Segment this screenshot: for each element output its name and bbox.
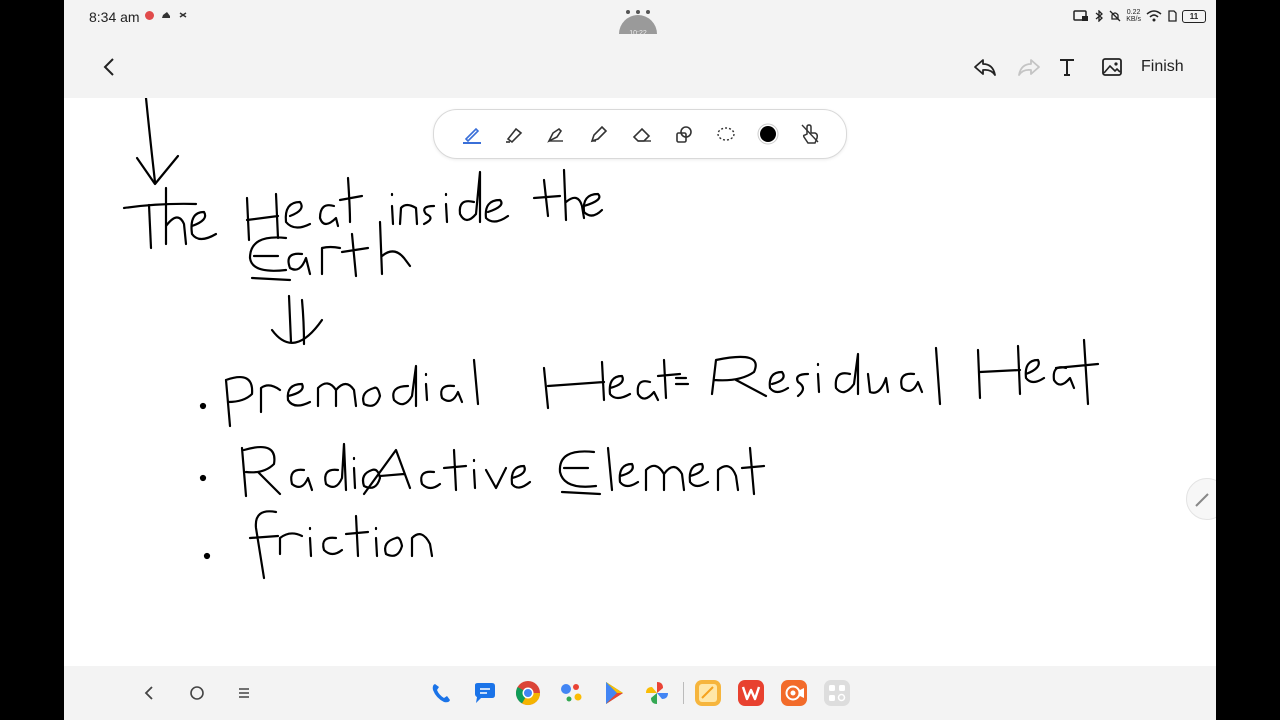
navigation-bar [64, 666, 1216, 720]
mute-bell-icon [1109, 10, 1121, 22]
cloud-icon [162, 12, 170, 18]
stroke-arrow-down [135, 98, 180, 186]
notification-icons [145, 10, 188, 20]
back-icon [144, 686, 153, 700]
cast-icon [1073, 10, 1089, 21]
notes-app-icon[interactable] [693, 678, 723, 708]
stroke-line-radioactive-element [199, 442, 766, 498]
nav-back-button[interactable] [140, 684, 158, 702]
stroke-line-the-heat-inside-the [122, 168, 604, 250]
redo-icon[interactable] [1016, 54, 1042, 80]
stroke-double-arrow [270, 294, 324, 346]
lasso-icon[interactable] [714, 122, 738, 146]
battery-indicator: 11 [1182, 9, 1206, 23]
status-time: 8:34 am [89, 9, 140, 25]
eraser-icon[interactable] [630, 122, 654, 146]
handwriting-canvas[interactable] [64, 98, 1216, 666]
status-right-icons: 0.22 KB/s 11 [1073, 9, 1206, 23]
undo-icon[interactable] [972, 54, 998, 80]
wps-office-app-icon[interactable] [736, 678, 766, 708]
insert-image-icon[interactable] [1099, 54, 1125, 80]
nav-recents-button[interactable] [235, 684, 253, 702]
multi-window-handle[interactable] [626, 10, 650, 14]
pen-toolbar [433, 109, 847, 159]
pen-quick-icon [1195, 493, 1209, 507]
highlighter-icon[interactable] [502, 122, 526, 146]
screen: 8:34 am 0.22 KB/s 11 10:22 Finish [64, 0, 1216, 720]
wifi-icon [1146, 10, 1162, 22]
finish-button[interactable]: Finish [1141, 58, 1184, 76]
messages-app-icon[interactable] [470, 678, 500, 708]
nav-home-button[interactable] [188, 684, 206, 702]
hand-touch-icon[interactable] [798, 122, 822, 146]
phone-app-icon[interactable] [426, 678, 456, 708]
google-assistant-app-icon[interactable] [556, 678, 586, 708]
pen-icon[interactable] [460, 122, 484, 146]
top-action-bar [64, 34, 1216, 98]
dock-divider [683, 682, 684, 704]
stroke-word-earth [248, 220, 412, 282]
stroke-line-premodial-heat [199, 338, 1100, 428]
marker-icon[interactable] [587, 122, 611, 146]
shapes-icon[interactable] [672, 122, 696, 146]
chrome-app-icon[interactable] [513, 678, 543, 708]
play-store-app-icon[interactable] [599, 678, 629, 708]
fountain-pen-icon[interactable] [544, 122, 568, 146]
notification-badge-icon [145, 10, 154, 20]
color-icon[interactable] [756, 122, 780, 146]
home-icon [190, 686, 204, 700]
sync-icon [179, 12, 187, 18]
text-tool-icon[interactable] [1054, 54, 1080, 80]
menu-icon [239, 688, 249, 698]
screen-recorder-app-icon[interactable] [779, 678, 809, 708]
sim-icon [1168, 10, 1177, 22]
app-drawer-icon[interactable] [822, 678, 852, 708]
photos-app-icon[interactable] [642, 678, 672, 708]
stroke-line-friction [203, 510, 434, 580]
bluetooth-icon [1095, 10, 1104, 22]
back-arrow-icon[interactable] [98, 54, 120, 80]
net-speed: 0.22 KB/s [1126, 9, 1141, 23]
